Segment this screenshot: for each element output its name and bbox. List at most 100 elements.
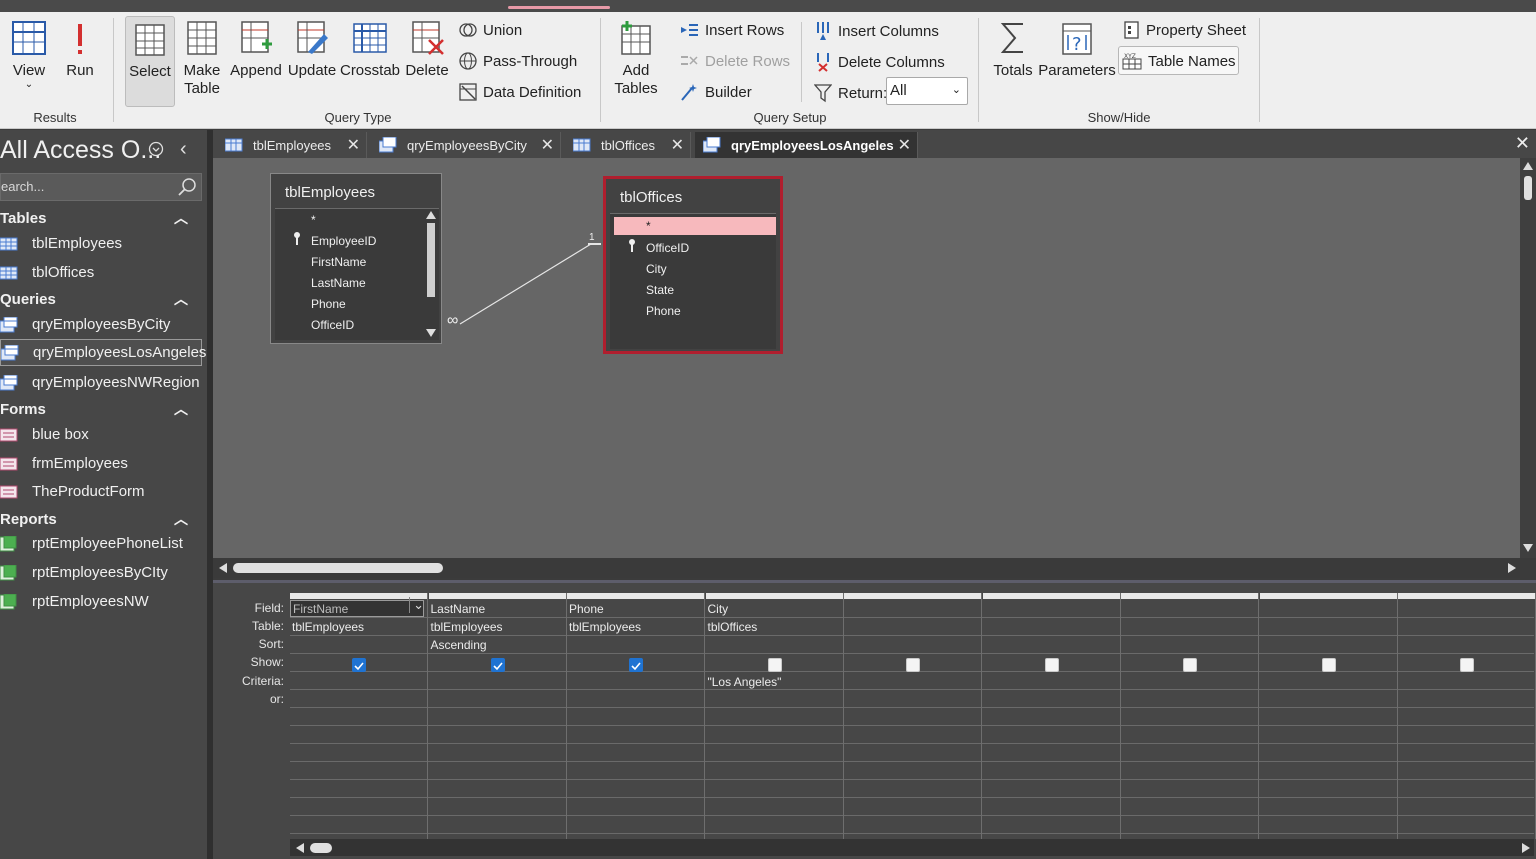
grid-column[interactable] xyxy=(1398,593,1536,839)
scroll-up-icon[interactable] xyxy=(426,211,436,219)
field-item[interactable]: City xyxy=(646,262,667,276)
field-item[interactable]: LastName xyxy=(311,276,366,290)
field-cell[interactable]: Phone xyxy=(569,602,604,616)
nav-group-queries[interactable]: Queries ︿ xyxy=(0,291,200,308)
nav-group-forms[interactable]: Forms ︿ xyxy=(0,401,200,418)
return-select[interactable]: All ⌄ xyxy=(886,77,968,105)
scroll-thumb[interactable] xyxy=(310,843,332,853)
run-button[interactable]: Run xyxy=(62,20,98,80)
pass-through-button[interactable]: Pass-Through xyxy=(459,52,577,70)
field-item[interactable]: * xyxy=(311,213,316,227)
select-query-button[interactable]: Select xyxy=(125,16,175,107)
field-item[interactable]: EmployeeID xyxy=(311,234,376,248)
show-checkbox[interactable] xyxy=(767,658,782,672)
column-selector[interactable] xyxy=(844,593,981,599)
grid-column[interactable]: FirstName ⌄ tblEmployees xyxy=(290,593,428,839)
column-selector[interactable] xyxy=(1121,593,1258,599)
nav-item-rptemployeesnw[interactable]: rptEmployeesNW xyxy=(0,588,202,615)
union-button[interactable]: Union xyxy=(459,21,522,39)
query-design-area[interactable]: 1 ∞ tblEmployees * EmployeeID FirstName … xyxy=(213,158,1536,558)
make-table-button[interactable]: Make Table xyxy=(182,20,222,98)
nav-item-rptemployeephonelist[interactable]: rptEmployeePhoneList xyxy=(0,530,202,557)
table-cell[interactable]: tblEmployees xyxy=(292,620,364,634)
show-checkbox[interactable] xyxy=(906,658,920,672)
show-checkbox[interactable] xyxy=(629,658,643,672)
parameters-button[interactable]: ? Parameters xyxy=(1038,20,1116,80)
data-definition-button[interactable]: Data Definition xyxy=(459,83,581,101)
table-box-tblemployees[interactable]: tblEmployees * EmployeeID FirstName Last… xyxy=(270,173,442,344)
scroll-thumb[interactable] xyxy=(233,563,443,573)
nav-item-qryemployeesnwregion[interactable]: qryEmployeesNWRegion xyxy=(0,369,202,396)
criteria-cell[interactable]: "Los Angeles" xyxy=(708,675,782,689)
show-checkbox[interactable] xyxy=(352,658,366,672)
show-checkbox[interactable] xyxy=(1183,658,1197,672)
add-tables-button[interactable]: Add Tables xyxy=(612,20,660,98)
nav-item-tblemployees[interactable]: tblEmployees xyxy=(0,230,202,257)
table-cell[interactable]: tblOffices xyxy=(708,620,758,634)
tab-qryemployeesbycity[interactable]: qryEmployeesByCity ✕ xyxy=(371,132,561,158)
field-item[interactable]: OfficeID xyxy=(311,318,354,332)
totals-button[interactable]: Totals xyxy=(990,20,1036,80)
table-names-button[interactable]: XYZ Table Names xyxy=(1122,52,1236,70)
show-checkbox[interactable] xyxy=(1321,658,1336,672)
design-vertical-scrollbar[interactable] xyxy=(1520,158,1536,558)
scroll-left-icon[interactable] xyxy=(219,563,227,573)
nav-item-frmemployees[interactable]: frmEmployees xyxy=(0,450,202,477)
tab-qryemployeeslosangeles[interactable]: qryEmployeesLosAngeles ✕ xyxy=(695,132,918,158)
delete-query-button[interactable]: Delete xyxy=(404,20,450,80)
scroll-down-icon[interactable] xyxy=(1523,544,1533,552)
nav-item-tbloffices[interactable]: tblOffices xyxy=(0,259,202,286)
design-horizontal-scrollbar[interactable] xyxy=(213,558,1520,578)
table-cell[interactable]: tblEmployees xyxy=(431,620,503,634)
close-document-icon[interactable]: ✕ xyxy=(1515,133,1530,154)
close-icon[interactable]: ✕ xyxy=(671,135,684,155)
scroll-right-icon[interactable] xyxy=(1522,843,1530,853)
table-cell[interactable]: tblEmployees xyxy=(569,620,641,634)
grid-column[interactable]: LastName tblEmployees Ascending xyxy=(428,593,567,839)
column-selector[interactable] xyxy=(1398,593,1535,599)
scroll-right-icon[interactable] xyxy=(1508,563,1516,573)
field-item[interactable]: * xyxy=(646,219,651,233)
grid-column[interactable] xyxy=(982,593,1121,839)
scroll-thumb[interactable] xyxy=(1524,176,1532,200)
column-selector[interactable] xyxy=(428,593,566,599)
nav-item-qryemployeesbycity[interactable]: qryEmployeesByCity xyxy=(0,311,202,338)
crosstab-button[interactable]: Crosstab xyxy=(340,20,400,80)
builder-button[interactable]: Builder xyxy=(679,83,752,101)
column-selector[interactable] xyxy=(290,593,427,599)
nav-group-reports[interactable]: Reports ︿ xyxy=(0,511,200,528)
scroll-thumb[interactable] xyxy=(427,223,435,297)
grid-column[interactable]: City tblOffices "Los Angeles" xyxy=(705,593,844,839)
grid-body[interactable]: FirstName ⌄ tblEmployees LastName tblEmploye… xyxy=(290,593,1536,839)
field-cell[interactable]: LastName xyxy=(431,602,486,616)
field-item[interactable]: FirstName xyxy=(311,255,366,269)
sort-cell[interactable]: Ascending xyxy=(431,638,487,652)
scroll-up-icon[interactable] xyxy=(1523,162,1533,170)
delete-columns-button[interactable]: Delete Columns xyxy=(814,52,945,72)
nav-group-tables[interactable]: Tables ︿ xyxy=(0,210,200,227)
append-button[interactable]: Append xyxy=(230,20,282,80)
field-cell[interactable]: FirstName xyxy=(290,600,424,617)
field-item[interactable]: OfficeID xyxy=(646,241,689,255)
field-list-scrollbar[interactable] xyxy=(423,209,439,341)
field-item[interactable]: State xyxy=(646,283,674,297)
column-selector[interactable] xyxy=(982,593,1120,599)
grid-horizontal-scrollbar[interactable] xyxy=(290,839,1534,856)
show-checkbox[interactable] xyxy=(1044,658,1059,672)
scroll-down-icon[interactable] xyxy=(426,329,436,337)
column-selector[interactable] xyxy=(705,593,843,599)
close-icon[interactable]: ✕ xyxy=(347,135,360,155)
nav-item-rptemployeesbycity[interactable]: rptEmployeesByCIty xyxy=(0,559,202,586)
nav-item-blue-box[interactable]: blue box xyxy=(0,421,202,448)
view-button[interactable]: View ⌄ xyxy=(6,20,52,90)
show-checkbox[interactable] xyxy=(1460,658,1474,672)
update-button[interactable]: Update xyxy=(287,20,337,80)
field-dropdown-icon[interactable]: ⌄ xyxy=(409,597,424,613)
nav-menu-icon[interactable] xyxy=(148,141,164,162)
insert-columns-button[interactable]: Insert Columns xyxy=(814,21,939,41)
nav-item-qryemployeeslosangeles[interactable]: qryEmployeesLosAngeles xyxy=(0,339,206,366)
nav-pane-title[interactable]: All Access O... xyxy=(0,136,161,165)
grid-column[interactable] xyxy=(1121,593,1259,839)
field-item[interactable]: Phone xyxy=(311,297,346,311)
close-icon[interactable]: ✕ xyxy=(541,135,554,155)
